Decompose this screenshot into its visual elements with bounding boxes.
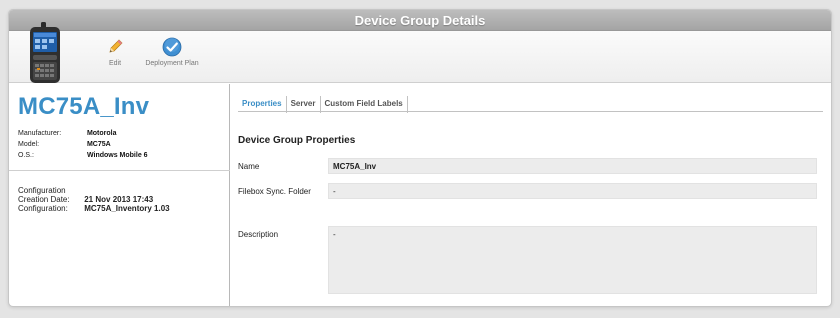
- configuration-block: Configuration Creation Date: 21 Nov 2013…: [18, 186, 170, 213]
- edit-button-label: Edit: [108, 60, 122, 67]
- mobile-device-icon: [30, 22, 60, 83]
- description-label: Description: [238, 230, 279, 239]
- configuration-label: Configuration:: [18, 204, 68, 213]
- tab-custom-field-labels[interactable]: Custom Field Labels: [321, 96, 408, 113]
- filebox-sync-folder-value: -: [328, 183, 817, 199]
- toolbar: Edit Deployment Plan: [9, 22, 831, 83]
- filebox-sync-folder-label: Filebox Sync. Folder: [238, 187, 311, 196]
- description-value: -: [328, 226, 817, 294]
- section-title: Device Group Properties: [238, 135, 356, 146]
- configuration-heading: Configuration: [18, 186, 66, 195]
- configuration-value: MC75A_Inventory 1.03: [84, 204, 170, 213]
- creation-date-label: Creation Date:: [18, 195, 70, 204]
- creation-date-value: 21 Nov 2013 17:43: [84, 195, 154, 204]
- tab-server[interactable]: Server: [287, 96, 321, 113]
- configuration-row: Configuration: MC75A_Inventory 1.03: [18, 204, 170, 213]
- os-value: Windows Mobile 6: [86, 152, 148, 159]
- model-value: MC75A: [86, 141, 111, 148]
- info-row-model: Model: MC75A: [18, 139, 148, 150]
- manufacturer-value: Motorola: [86, 130, 117, 137]
- pencil-icon: [109, 39, 123, 53]
- os-label: O.S.:: [18, 152, 34, 159]
- info-row-os: O.S.: Windows Mobile 6: [18, 150, 148, 161]
- content-area: MC75A_Inv Manufacturer: Motorola Model: …: [9, 84, 831, 306]
- checkmark-circle-icon: [162, 37, 182, 57]
- device-info-table: Manufacturer: Motorola Model: MC75A O.S.…: [18, 128, 148, 161]
- divider: [9, 170, 230, 171]
- model-label: Model:: [18, 141, 40, 148]
- name-value: MC75A_Inv: [328, 158, 817, 174]
- device-group-name: MC75A_Inv: [18, 93, 150, 120]
- creation-date-row: Creation Date: 21 Nov 2013 17:43: [18, 195, 170, 204]
- name-label: Name: [238, 162, 260, 171]
- deployment-plan-button-label: Deployment Plan: [145, 60, 199, 67]
- device-summary-panel: MC75A_Inv Manufacturer: Motorola Model: …: [9, 84, 230, 306]
- edit-button[interactable]: Edit: [101, 37, 129, 68]
- device-group-details-window: Device Group Details Edit Deployment Pla…: [8, 9, 832, 307]
- deployment-plan-button[interactable]: Deployment Plan: [145, 37, 199, 68]
- tab-bar: Properties Server Custom Field Labels: [238, 93, 823, 113]
- properties-panel: Properties Server Custom Field Labels Devi…: [231, 84, 831, 306]
- manufacturer-label: Manufacturer:: [18, 130, 62, 137]
- info-row-manufacturer: Manufacturer: Motorola: [18, 128, 148, 139]
- tab-properties[interactable]: Properties: [238, 96, 287, 113]
- window-title: Device Group Details: [9, 10, 831, 31]
